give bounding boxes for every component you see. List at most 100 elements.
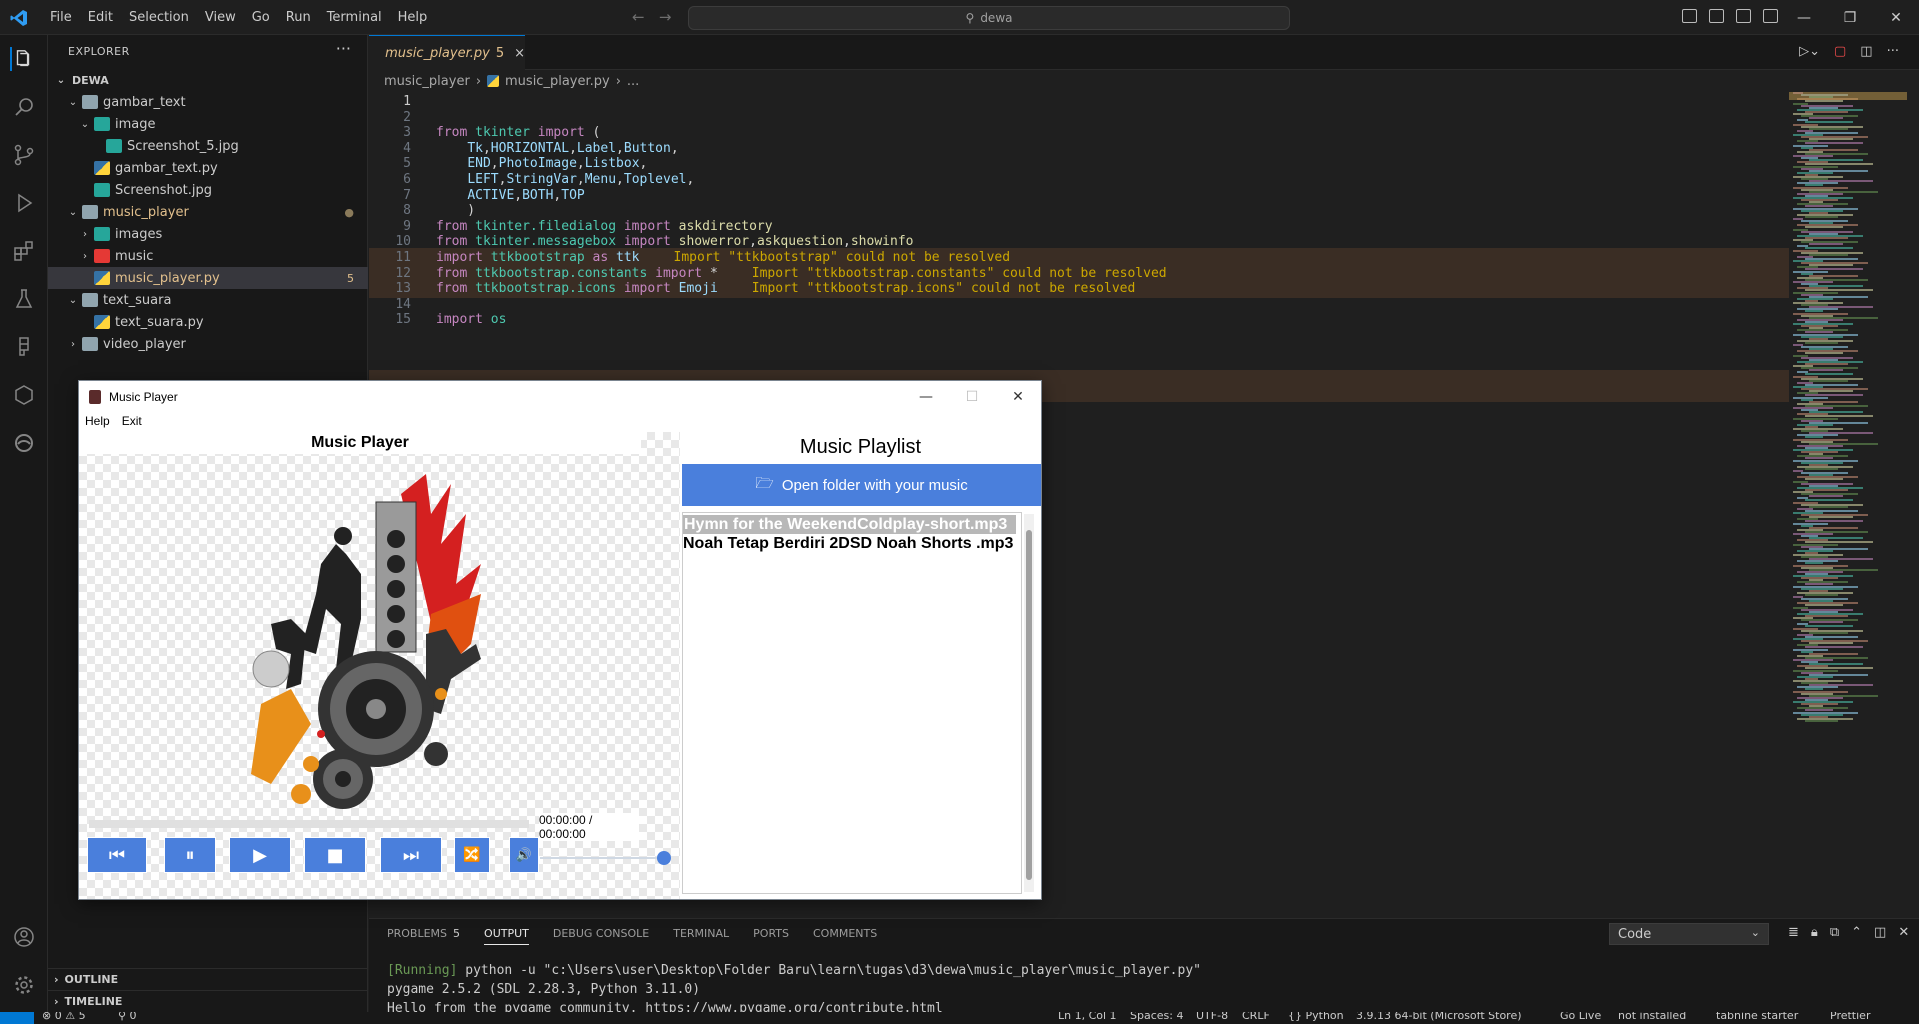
volume-knob[interactable] — [656, 851, 671, 865]
tab-problems[interactable]: PROBLEMS 5 — [387, 927, 460, 945]
forward-arrow-icon[interactable]: → — [659, 8, 672, 26]
music-player-title-bar[interactable]: Music Player — ☐ ✕ — [79, 381, 1041, 412]
seek-slider[interactable] — [89, 820, 529, 828]
lock-icon[interactable]: 🔒︎ — [1811, 925, 1818, 940]
open-folder-button[interactable]: 🗁 Open folder with your music — [682, 464, 1041, 506]
status-cursor-position[interactable]: Ln 1, Col 1 — [1058, 1012, 1117, 1022]
toggle-sidebar-icon[interactable] — [1682, 9, 1697, 23]
shuffle-button[interactable]: 🔀 — [454, 837, 490, 873]
close-button[interactable]: ✕ — [995, 381, 1041, 412]
tree-item-screenshot-5-jpg[interactable]: Screenshot_5.jpg — [48, 135, 368, 157]
menu-edit[interactable]: Edit — [80, 10, 121, 25]
source-control-icon[interactable] — [12, 143, 36, 167]
maximize-panel-icon[interactable]: ⌃ — [1851, 925, 1862, 940]
extensions-icon[interactable] — [12, 239, 36, 263]
search-icon[interactable] — [12, 95, 36, 119]
more-actions-icon[interactable]: ··· — [1887, 44, 1899, 59]
tab-terminal[interactable]: TERMINAL — [673, 927, 729, 945]
tab-close-icon[interactable]: × — [514, 46, 525, 61]
menu-terminal[interactable]: Terminal — [319, 10, 390, 25]
toggle-panel-icon[interactable] — [1709, 9, 1724, 23]
minimize-button[interactable]: — — [903, 381, 949, 412]
edge-devtools-icon[interactable] — [12, 431, 36, 455]
tree-item-music[interactable]: › music — [48, 245, 368, 267]
menu-help[interactable]: Help — [79, 412, 116, 432]
status-ports[interactable]: ⚲ 0 — [118, 1012, 137, 1022]
split-panel-icon[interactable]: ◫ — [1874, 925, 1886, 940]
customize-layout-icon[interactable] — [1763, 9, 1778, 23]
status-prettier[interactable]: Prettier — [1830, 1012, 1870, 1022]
tree-item-images[interactable]: › images — [48, 223, 368, 245]
restore-button[interactable]: ❐ — [1827, 0, 1873, 35]
output-channel-select[interactable]: Code ⌄ — [1609, 923, 1769, 945]
breadcrumb-symbol[interactable]: ... — [627, 74, 639, 89]
minimize-button[interactable]: — — [1781, 0, 1827, 35]
tree-item-music-player-py[interactable]: music_player.py 5 — [48, 267, 368, 289]
account-icon[interactable] — [12, 925, 36, 949]
timeline-section[interactable]: › TIMELINE — [48, 990, 368, 1012]
tree-item-gambar-text-py[interactable]: gambar_text.py — [48, 157, 368, 179]
menu-go[interactable]: Go — [244, 10, 278, 25]
filter-icon[interactable]: ≣ — [1788, 925, 1799, 940]
minimap[interactable] — [1789, 92, 1907, 918]
menu-selection[interactable]: Selection — [121, 10, 197, 25]
tree-item-gambar-text[interactable]: ⌄ gambar_text — [48, 91, 368, 113]
play-button[interactable]: ▶ — [229, 837, 291, 873]
command-center-search[interactable]: ⚲ dewa — [688, 6, 1290, 30]
scrollbar-thumb[interactable] — [1026, 530, 1032, 880]
more-actions-icon[interactable]: ··· — [336, 39, 351, 58]
status-indentation[interactable]: Spaces: 4 — [1130, 1012, 1183, 1022]
tree-item-text-suara-py[interactable]: text_suara.py — [48, 311, 368, 333]
tab-music-player-py[interactable]: music_player.py 5 × — [369, 35, 525, 70]
tree-item-text-suara[interactable]: ⌄ text_suara — [48, 289, 368, 311]
status-encoding[interactable]: UTF-8 — [1196, 1012, 1228, 1022]
open-in-editor-icon[interactable]: ⧉ — [1830, 925, 1839, 940]
maximize-button[interactable]: ☐ — [949, 381, 995, 412]
status-tabnine[interactable]: tabnine starter — [1716, 1012, 1798, 1022]
mute-button[interactable]: 🔊 — [509, 837, 539, 873]
next-button[interactable]: ⏭ — [380, 837, 442, 873]
tree-item-video-player[interactable]: › video_player — [48, 333, 368, 355]
close-panel-icon[interactable]: ✕ — [1898, 925, 1909, 940]
stop-button[interactable]: ■ — [304, 837, 366, 873]
tab-output[interactable]: OUTPUT — [484, 927, 529, 945]
menu-file[interactable]: File — [42, 10, 80, 25]
tab-ports[interactable]: PORTS — [753, 927, 789, 945]
menu-run[interactable]: Run — [278, 10, 319, 25]
figma-icon[interactable] — [12, 335, 36, 359]
status-go-live[interactable]: Go Live — [1560, 1012, 1601, 1022]
status-interpreter[interactable]: 3.9.13 64-bit (Microsoft Store) — [1356, 1012, 1522, 1022]
playlist-item[interactable]: Hymn for the WeekendColdplay-short.mp3 — [683, 515, 1016, 534]
tree-item-image[interactable]: ⌄ image — [48, 113, 368, 135]
playlist-item[interactable]: Noah Tetap Berdiri 2DSD Noah Shorts .mp3 — [683, 534, 1021, 553]
playlist-scrollbar[interactable] — [1024, 514, 1034, 892]
playlist-listbox[interactable]: Hymn for the WeekendColdplay-short.mp3 N… — [682, 512, 1022, 894]
menu-help[interactable]: Help — [390, 10, 436, 25]
breadcrumb-file[interactable]: music_player.py — [505, 74, 610, 89]
breadcrumb-folder[interactable]: music_player — [384, 74, 470, 89]
tab-comments[interactable]: COMMENTS — [813, 927, 877, 945]
volume-slider[interactable] — [540, 851, 680, 865]
back-arrow-icon[interactable]: ← — [632, 8, 645, 26]
testing-icon[interactable] — [12, 287, 36, 311]
tree-item-screenshot-jpg[interactable]: Screenshot.jpg — [48, 179, 368, 201]
explorer-icon[interactable] — [10, 47, 34, 71]
remote-indicator[interactable] — [0, 1012, 34, 1024]
workspace-root[interactable]: ⌄ DEWA — [48, 69, 368, 91]
tab-debug-console[interactable]: DEBUG CONSOLE — [553, 927, 649, 945]
settings-gear-icon[interactable] — [12, 973, 36, 997]
pause-button[interactable]: ⏸ — [164, 837, 216, 873]
status-problems[interactable]: ⊗ 0 ⚠ 5 — [42, 1012, 86, 1022]
run-debug-icon[interactable] — [12, 191, 36, 215]
tree-item-music-player[interactable]: ⌄ music_player ● — [48, 201, 368, 223]
remote-explorer-icon[interactable] — [12, 383, 36, 407]
status-eol[interactable]: CRLF — [1242, 1012, 1270, 1022]
menu-exit[interactable]: Exit — [116, 412, 148, 432]
status-language[interactable]: {} Python — [1288, 1012, 1344, 1022]
menu-view[interactable]: View — [197, 10, 244, 25]
split-editor-icon[interactable]: ◫ — [1860, 44, 1872, 59]
outline-section[interactable]: › OUTLINE — [48, 968, 368, 990]
run-python-file-icon[interactable]: ▷⌄ — [1799, 44, 1820, 59]
status-lint[interactable]: not installed — [1618, 1012, 1686, 1022]
code-line[interactable]: 15 import os — [369, 310, 1789, 329]
